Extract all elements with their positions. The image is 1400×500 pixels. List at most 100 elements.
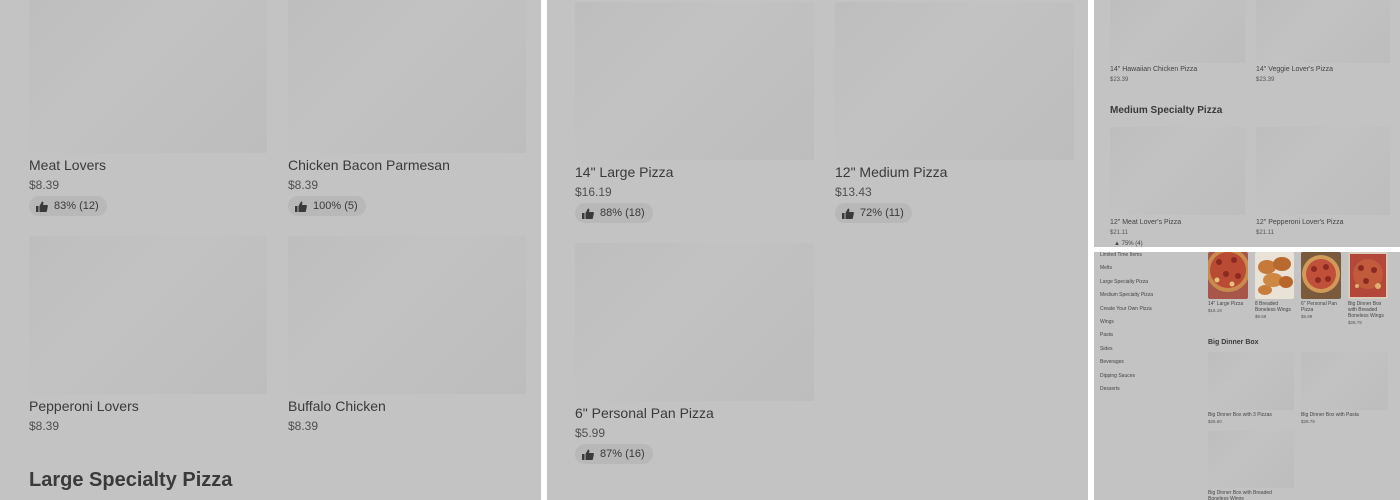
item-name: Pepperoni Lovers [29, 398, 139, 414]
item-image-placeholder[interactable] [1208, 431, 1294, 488]
nav-item-pasta[interactable]: Pasta [1100, 332, 1113, 338]
item-price: $8.39 [288, 178, 319, 192]
section-heading: Medium Specialty Pizza [1110, 105, 1223, 116]
item-price: $5.99 [575, 426, 606, 440]
menu-panel-overview: Limited Time Items Melts Large Specialty… [1094, 252, 1400, 500]
featured-item[interactable]: 8 Breaded Boneless Wings $9.59 [1255, 301, 1297, 319]
thumbs-up-icon [295, 201, 307, 212]
rating-text: 83% (12) [54, 200, 99, 212]
menu-item-card[interactable]: 6" Personal Pan Pizza $5.99 87% (16) [575, 243, 814, 465]
item-price: $8.39 [29, 419, 60, 433]
rating-text: 72% (11) [860, 207, 904, 219]
menu-item-card[interactable]: 12" Medium Pizza $13.43 72% (11) [835, 2, 1074, 224]
item-price: $26.60 [1208, 419, 1222, 424]
nav-item-large-specialty[interactable]: Large Specialty Pizza [1100, 279, 1148, 285]
item-image-placeholder[interactable] [1208, 352, 1294, 410]
item-name: Meat Lovers [29, 157, 107, 173]
thumbs-up-icon: ▲ [1114, 241, 1120, 247]
item-price: $8.39 [29, 178, 60, 192]
item-image-placeholder [29, 0, 267, 153]
pizza-image[interactable] [1208, 252, 1248, 299]
nav-item-desserts[interactable]: Desserts [1100, 386, 1120, 392]
wings-image[interactable] [1255, 252, 1294, 299]
item-name[interactable]: 14" Veggie Lover's Pizza [1256, 66, 1333, 73]
featured-item[interactable]: Big Dinner Box with Breaded Boneless Win… [1348, 301, 1390, 325]
nav-item-dipping-sauces[interactable]: Dipping Sauces [1100, 373, 1135, 379]
wings-illustration [1255, 252, 1294, 299]
item-image-placeholder[interactable] [1301, 352, 1388, 410]
dinner-box-illustration [1348, 252, 1388, 299]
rating-badge: 72% (11) [835, 203, 912, 223]
rating-badge: ▲ 75% (4) [1114, 241, 1143, 247]
dinner-box-image[interactable] [1348, 252, 1388, 299]
item-price: $23.39 [1256, 77, 1275, 83]
menu-item-card[interactable]: Buffalo Chicken $8.39 [288, 236, 526, 436]
item-name: Big Dinner Box with 3 Pizzas [1208, 412, 1272, 418]
item-price: $16.19 [1208, 308, 1222, 313]
item-name[interactable]: 12" Meat Lover's Pizza [1110, 219, 1181, 226]
item-image-placeholder [835, 2, 1074, 160]
item-name: Buffalo Chicken [288, 398, 386, 414]
rating-text: 100% (5) [313, 200, 358, 212]
thumbs-up-icon [582, 208, 594, 219]
item-name: 14" Large Pizza [575, 164, 674, 180]
item-price: $28.79 [1348, 320, 1362, 325]
rating-badge: 83% (12) [29, 196, 107, 216]
item-price: $8.39 [288, 419, 319, 433]
nav-item-wings[interactable]: Wings [1100, 319, 1114, 325]
rating-text: 88% (18) [600, 207, 645, 219]
item-price: $28.79 [1301, 419, 1315, 424]
item-price: $5.99 [1301, 314, 1313, 319]
nav-item-melts[interactable]: Melts [1100, 265, 1112, 271]
menu-item-card[interactable]: Chicken Bacon Parmesan $8.39 100% (5) [288, 0, 526, 220]
item-name: Big Dinner Box with Pasta [1301, 412, 1359, 418]
menu-panel-pizza: 14" Large Pizza $16.19 88% (18) 12" Medi… [547, 0, 1088, 500]
menu-item-card[interactable]: 14" Large Pizza $16.19 88% (18) [575, 2, 814, 224]
item-image-placeholder [29, 236, 267, 394]
item-image-placeholder [288, 236, 526, 394]
nav-item-medium-specialty[interactable]: Medium Specialty Pizza [1100, 292, 1153, 298]
menu-item-card[interactable]: Big Dinner Box with Breaded Boneless Win… [1208, 490, 1278, 500]
section-heading: Large Specialty Pizza [29, 469, 233, 491]
pan-pizza-image[interactable] [1301, 252, 1341, 299]
item-price: $13.43 [835, 185, 872, 199]
menu-panel-specialty: Meat Lovers $8.39 83% (12) Chicken Bacon… [0, 0, 541, 500]
item-name: 6" Personal Pan Pizza [575, 405, 714, 421]
nav-item-create-your-own[interactable]: Create Your Own Pizza [1100, 306, 1152, 312]
item-image-placeholder [1256, 127, 1390, 215]
item-name: Big Dinner Box with Breaded Boneless Win… [1348, 301, 1384, 319]
item-image-placeholder [1110, 0, 1245, 63]
item-name: 6" Personal Pan Pizza [1301, 301, 1337, 313]
featured-item[interactable]: 6" Personal Pan Pizza $5.99 [1301, 301, 1343, 319]
nav-item-beverages[interactable]: Beverages [1100, 359, 1124, 365]
rating-text: 75% (4) [1121, 241, 1143, 247]
menu-item-card[interactable]: Big Dinner Box with 3 Pizzas $26.60 [1208, 412, 1294, 424]
item-price: $9.59 [1255, 314, 1267, 319]
pan-pizza-illustration [1301, 252, 1341, 299]
item-image-placeholder [575, 2, 814, 160]
nav-item-limited-time[interactable]: Limited Time Items [1100, 252, 1142, 258]
item-price: $23.39 [1110, 77, 1129, 83]
item-price: $16.19 [575, 185, 612, 199]
nav-item-sides[interactable]: Sides [1100, 346, 1113, 352]
featured-item[interactable]: 14" Large Pizza $16.19 [1208, 301, 1250, 313]
item-name[interactable]: 14" Hawaiian Chicken Pizza [1110, 66, 1197, 73]
menu-item-card[interactable]: Pepperoni Lovers $8.39 [29, 236, 267, 436]
menu-item-card[interactable]: Meat Lovers $8.39 83% (12) [29, 0, 267, 220]
thumbs-up-icon [36, 201, 48, 212]
item-name: Big Dinner Box with Breaded Boneless Win… [1208, 490, 1272, 500]
section-heading: Big Dinner Box [1208, 339, 1259, 346]
pizza-illustration [1208, 252, 1248, 299]
item-image-placeholder [288, 0, 526, 153]
menu-panel-medium: 14" Hawaiian Chicken Pizza $23.39 14" Ve… [1094, 0, 1400, 247]
thumbs-up-icon [842, 208, 854, 219]
rating-text: 87% (16) [600, 448, 645, 460]
menu-item-card[interactable]: Big Dinner Box with Pasta $28.79 [1301, 412, 1387, 424]
rating-badge: 100% (5) [288, 196, 366, 216]
thumbs-up-icon [582, 449, 594, 460]
item-name: Chicken Bacon Parmesan [288, 157, 450, 173]
item-price: $21.11 [1256, 230, 1274, 236]
item-name[interactable]: 12" Pepperoni Lover's Pizza [1256, 219, 1343, 226]
item-name: 14" Large Pizza [1208, 301, 1244, 307]
rating-badge: 87% (16) [575, 444, 653, 464]
